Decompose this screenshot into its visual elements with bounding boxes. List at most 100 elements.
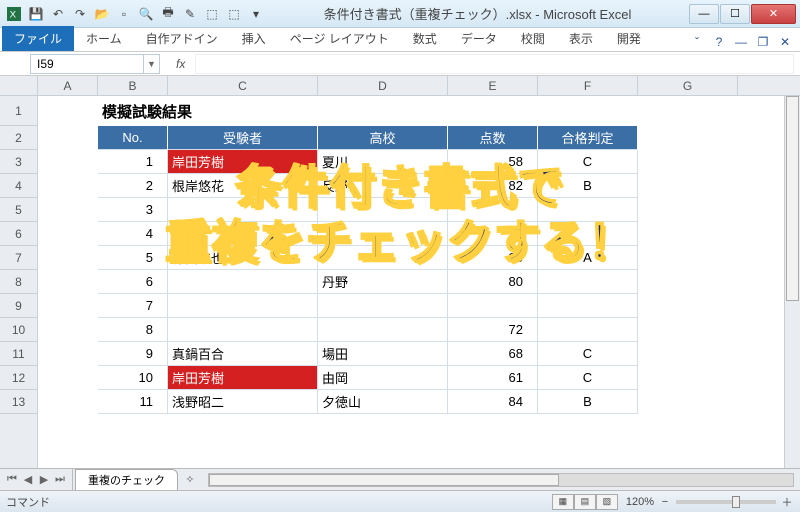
cell-school[interactable]: 丹野	[318, 270, 448, 294]
undo-icon[interactable]: ↶	[48, 4, 68, 24]
table-header[interactable]: 点数	[448, 126, 538, 150]
cell-grade[interactable]: C	[538, 150, 638, 174]
cell-school[interactable]	[318, 294, 448, 318]
ribbon-tab[interactable]: ホーム	[74, 26, 134, 51]
redo-icon[interactable]: ↷	[70, 4, 90, 24]
cell-no[interactable]: 5	[98, 246, 168, 270]
table-header[interactable]: 受験者	[168, 126, 318, 150]
cell-name[interactable]	[168, 198, 318, 222]
custom2-icon[interactable]: ⬚	[224, 4, 244, 24]
ribbon-tab[interactable]: 自作アドイン	[134, 26, 230, 51]
column-header[interactable]: A	[38, 76, 98, 95]
cell-grade[interactable]	[538, 270, 638, 294]
column-header[interactable]: E	[448, 76, 538, 95]
zoom-in-button[interactable]: ＋	[780, 494, 794, 510]
cell-name[interactable]: 真鍋百合	[168, 342, 318, 366]
row-header[interactable]: 4	[0, 174, 37, 198]
cell-no[interactable]: 6	[98, 270, 168, 294]
zoom-out-button[interactable]: −	[658, 496, 672, 508]
cell-no[interactable]: 10	[98, 366, 168, 390]
file-tab[interactable]: ファイル	[2, 26, 74, 51]
cell-school[interactable]: 場田	[318, 342, 448, 366]
row-header[interactable]: 5	[0, 198, 37, 222]
close-button[interactable]: ✕	[751, 4, 796, 24]
cell-no[interactable]: 9	[98, 342, 168, 366]
cell-school[interactable]	[318, 318, 448, 342]
view-layout-icon[interactable]: ▤	[574, 494, 596, 510]
cell-score[interactable]: 61	[448, 366, 538, 390]
cell-grade[interactable]: B	[538, 390, 638, 414]
cell-no[interactable]: 11	[98, 390, 168, 414]
print-icon[interactable]: 🖶	[158, 4, 178, 24]
zoom-thumb[interactable]	[732, 496, 740, 508]
table-header[interactable]: 高校	[318, 126, 448, 150]
row-header[interactable]: 3	[0, 150, 37, 174]
cell-score[interactable]: 58	[448, 150, 538, 174]
sheet-tab[interactable]: 重複のチェック	[75, 469, 178, 490]
cell-school[interactable]: 由岡	[318, 366, 448, 390]
formula-input[interactable]	[195, 54, 794, 74]
minimize-button[interactable]: —	[689, 4, 719, 24]
cell-school[interactable]	[318, 222, 448, 246]
maximize-button[interactable]: ☐	[720, 4, 750, 24]
cell-name[interactable]: 根岸悠花	[168, 174, 318, 198]
cell-score[interactable]	[448, 198, 538, 222]
cell-school[interactable]	[318, 198, 448, 222]
row-header[interactable]: 8	[0, 270, 37, 294]
cell-no[interactable]: 2	[98, 174, 168, 198]
row-header[interactable]: 13	[0, 390, 37, 414]
cell-grade[interactable]	[538, 318, 638, 342]
fx-button[interactable]: fx	[176, 57, 185, 71]
sheet-nav-last-icon[interactable]: ⏭	[52, 473, 68, 486]
save-icon[interactable]: 💾	[26, 4, 46, 24]
cell-grade[interactable]	[538, 222, 638, 246]
cell-no[interactable]: 4	[98, 222, 168, 246]
cell-score[interactable]: 82	[448, 174, 538, 198]
name-box[interactable]: I59 ▼	[30, 54, 160, 74]
custom1-icon[interactable]: ⬚	[202, 4, 222, 24]
cell-score[interactable]: 72	[448, 318, 538, 342]
format-painter-icon[interactable]: ✎	[180, 4, 200, 24]
cell-grade[interactable]	[538, 198, 638, 222]
minimize-ribbon-icon[interactable]: ˇ	[688, 33, 706, 51]
sheet-add-icon[interactable]: ✧	[178, 473, 202, 486]
row-header[interactable]: 12	[0, 366, 37, 390]
cell-grade[interactable]: B	[538, 174, 638, 198]
view-normal-icon[interactable]: ▦	[552, 494, 574, 510]
mdi-restore-icon[interactable]: ❐	[754, 33, 772, 51]
cell-name[interactable]: 浅野昭二	[168, 390, 318, 414]
column-header[interactable]: C	[168, 76, 318, 95]
vertical-scrollbar[interactable]	[784, 96, 800, 468]
zoom-level[interactable]: 120%	[626, 496, 654, 508]
cell-name[interactable]	[168, 318, 318, 342]
table-title[interactable]: 模擬試験結果	[98, 99, 298, 123]
column-header[interactable]: F	[538, 76, 638, 95]
cell-grade[interactable]: A	[538, 246, 638, 270]
cell-score[interactable]	[448, 294, 538, 318]
cell-school[interactable]: 反野	[318, 174, 448, 198]
ribbon-tab[interactable]: 挿入	[230, 26, 278, 51]
cell-score[interactable]: 95	[448, 246, 538, 270]
cell-name[interactable]	[168, 222, 318, 246]
new-icon[interactable]: ▫	[114, 4, 134, 24]
cell-school[interactable]: 夕徳山	[318, 390, 448, 414]
sheet-nav-first-icon[interactable]: ⏮	[4, 473, 20, 486]
ribbon-tab[interactable]: ページ レイアウト	[278, 26, 401, 51]
ribbon-tab[interactable]: 数式	[401, 26, 449, 51]
cell-no[interactable]: 7	[98, 294, 168, 318]
cell-name[interactable]: 岸田芳樹	[168, 366, 318, 390]
mdi-minimize-icon[interactable]: —	[732, 33, 750, 51]
ribbon-tab[interactable]: データ	[449, 26, 509, 51]
cell-no[interactable]: 1	[98, 150, 168, 174]
cell-score[interactable]: 80	[448, 270, 538, 294]
zoom-slider[interactable]	[676, 500, 776, 504]
ribbon-tab[interactable]: 校閲	[509, 26, 557, 51]
sheet-nav-prev-icon[interactable]: ◀	[20, 473, 36, 486]
column-header[interactable]: D	[318, 76, 448, 95]
cell-name[interactable]	[168, 294, 318, 318]
row-header[interactable]: 11	[0, 342, 37, 366]
column-header[interactable]: G	[638, 76, 738, 95]
ribbon-tab[interactable]: 開発	[605, 26, 653, 51]
cell-grade[interactable]	[538, 294, 638, 318]
cell-grade[interactable]: C	[538, 342, 638, 366]
